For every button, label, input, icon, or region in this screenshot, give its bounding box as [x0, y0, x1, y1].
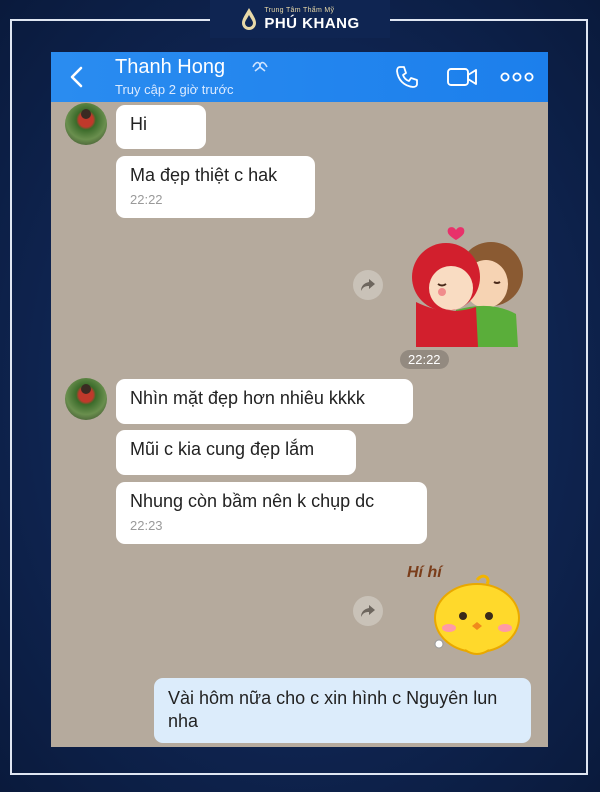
verified-icon: [252, 61, 268, 72]
message-time: 22:22: [130, 192, 163, 207]
chat-screen: Thanh Hong Truy cập 2 giờ trước Hi Ma đẹ…: [51, 52, 548, 747]
couple-kiss-sticker[interactable]: [396, 222, 531, 352]
chick-sticker[interactable]: [429, 572, 524, 662]
contact-status: Truy cập 2 giờ trước: [115, 82, 234, 97]
video-icon[interactable]: [446, 65, 478, 89]
message-text: Nhung còn bầm nên k chụp dc: [130, 491, 375, 511]
message-text: Ma đẹp thiệt c hak: [130, 165, 278, 185]
message-bubble[interactable]: Hi: [116, 105, 206, 149]
contact-name[interactable]: Thanh Hong: [115, 56, 225, 79]
avatar[interactable]: [65, 378, 107, 420]
message-time: 22:23: [130, 518, 163, 533]
more-icon[interactable]: [500, 70, 534, 84]
back-icon[interactable]: [65, 65, 89, 89]
brand-logo-icon: [242, 8, 257, 30]
call-icon[interactable]: [394, 64, 420, 90]
chat-header: Thanh Hong Truy cập 2 giờ trước: [51, 52, 548, 102]
message-bubble[interactable]: Mũi c kia cung đẹp lắm: [116, 430, 356, 475]
share-icon[interactable]: [353, 596, 383, 626]
brand-logo-block: Trung Tâm Thẩm Mỹ PHÚ KHANG: [210, 0, 390, 38]
avatar[interactable]: [65, 103, 107, 145]
forward-arrow-icon: [361, 605, 375, 617]
message-bubble[interactable]: Ma đẹp thiệt c hak 22:22: [116, 156, 315, 218]
sticker-time: 22:22: [400, 350, 449, 369]
message-bubble[interactable]: Nhung còn bầm nên k chụp dc 22:23: [116, 482, 427, 544]
brand-name: PHÚ KHANG: [264, 15, 360, 32]
my-message-bubble[interactable]: Vài hôm nữa cho c xin hình c Nguyên lun …: [154, 678, 531, 743]
brand-subtitle: Trung Tâm Thẩm Mỹ: [264, 7, 335, 14]
share-icon[interactable]: [353, 270, 383, 300]
forward-arrow-icon: [361, 279, 375, 291]
message-text: Mũi c kia cung đẹp lắm: [130, 439, 315, 459]
message-bubble[interactable]: Nhìn mặt đẹp hơn nhiêu kkkk: [116, 379, 413, 424]
message-text: Vài hôm nữa cho c xin hình c Nguyên lun …: [168, 688, 498, 731]
message-text: Nhìn mặt đẹp hơn nhiêu kkkk: [130, 388, 365, 408]
message-text: Hi: [130, 114, 147, 134]
